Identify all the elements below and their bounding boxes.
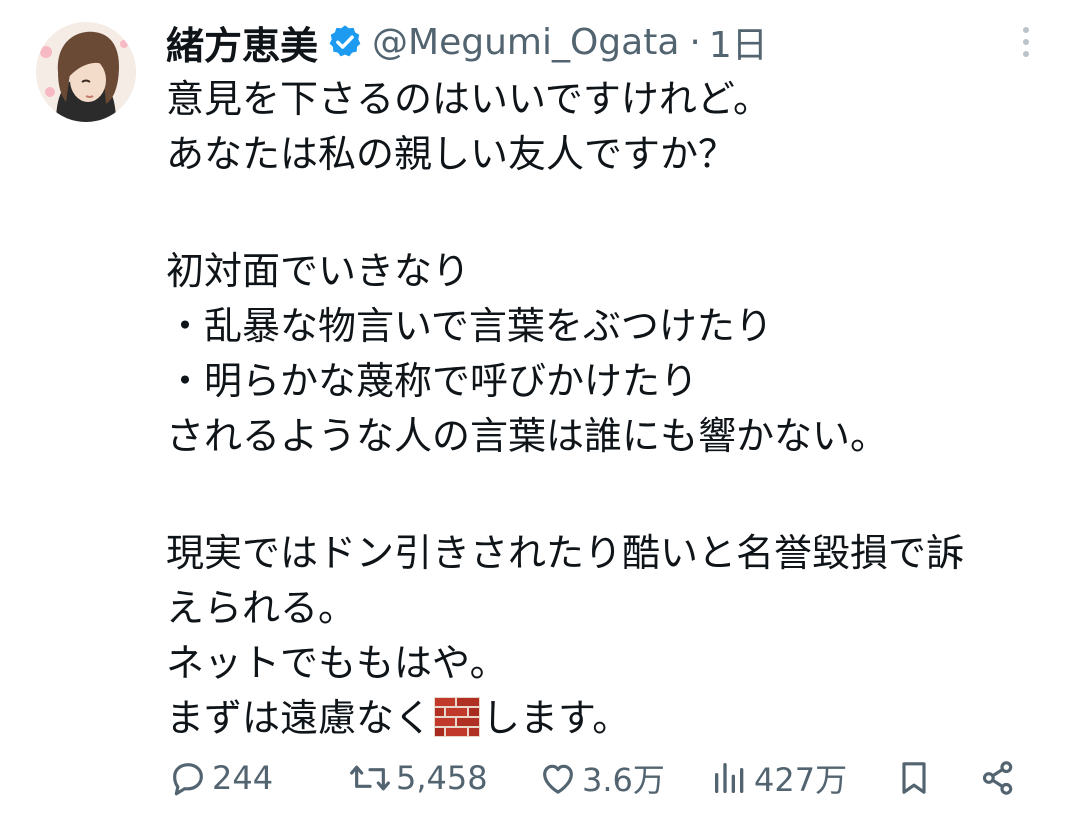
tweet-text-line: 意見を下さるのはいいですけれど。: [166, 77, 771, 121]
last-line-after: します。: [482, 696, 631, 740]
retweet-button[interactable]: 5,458: [348, 748, 488, 808]
views-count: 427万: [754, 761, 848, 799]
tweet-text-line: されるような人の言葉は誰にも響かない。: [166, 414, 889, 458]
author-display-name[interactable]: 緒方恵美: [166, 15, 318, 70]
author-handle[interactable]: @Megumi_Ogata: [372, 22, 679, 63]
verified-badge-icon: [326, 23, 364, 61]
tweet-text-line: ・乱暴な物言いで言葉をぶつけたり: [166, 304, 773, 348]
last-line-before: まずは遠慮なく: [166, 696, 433, 740]
tweet-text-line: えられる。: [166, 586, 357, 630]
tweet-text-line: 初対面でいきなり: [166, 249, 471, 293]
retweet-count: 5,458: [396, 759, 488, 797]
tweet-header: 緒方恵美 @Megumi_Ogata · 1日: [166, 14, 768, 70]
avatar[interactable]: [36, 22, 136, 122]
tweet-timestamp[interactable]: 1日: [709, 16, 768, 68]
avatar-illustration: [36, 22, 136, 122]
share-button[interactable]: [978, 748, 1018, 808]
tweet-text-line: あなたは私の親しい友人ですか？: [166, 132, 737, 176]
tweet-text-last-line: まずは遠慮なく します。: [166, 691, 1056, 746]
share-icon: [978, 758, 1018, 798]
reply-icon: [168, 758, 208, 798]
bookmark-button[interactable]: [894, 748, 934, 808]
reply-button[interactable]: 244: [168, 748, 273, 808]
tweet-body: 意見を下さるのはいいですけれど。 あなたは私の親しい友人ですか？ 初対面でいきな…: [166, 72, 1056, 746]
reply-count: 244: [212, 759, 274, 797]
separator-dot: ·: [689, 21, 701, 63]
views-button[interactable]: 427万: [710, 748, 847, 808]
tweet-text-line: ・明らかな蔑称で呼びかけたり: [166, 359, 699, 403]
heart-icon: [538, 758, 578, 798]
tweet-text-line: 現実ではドン引きされたり酷いと名誉毀損で訴: [166, 531, 965, 575]
tweet-action-bar: 244 5,458 3.6万 427万: [168, 748, 1038, 808]
retweet-icon: [348, 758, 392, 798]
tweet-text-line: ネットでももはや。: [166, 641, 508, 685]
more-options-icon[interactable]: [1012, 22, 1040, 62]
bookmark-icon: [894, 758, 934, 798]
views-chart-icon: [710, 758, 750, 798]
like-count: 3.6万: [582, 761, 665, 799]
like-button[interactable]: 3.6万: [538, 748, 665, 808]
brick-emoji-icon: [434, 697, 481, 737]
